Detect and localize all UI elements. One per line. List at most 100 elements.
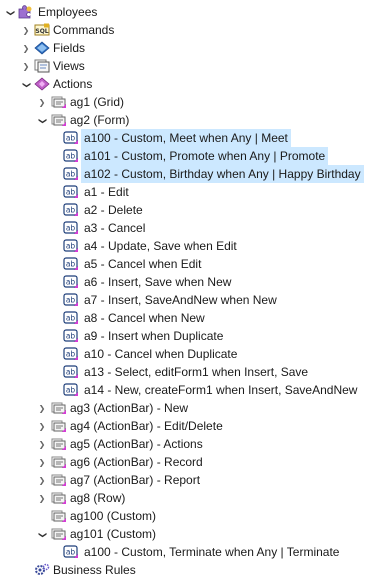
tree-item-a13[interactable]: ab a13 - Select, editForm1 when Insert, … (0, 363, 372, 381)
svg-text:ab: ab (66, 314, 76, 323)
tree-item-label: ag100 (Custom) (70, 509, 157, 523)
svg-text:ab: ab (66, 134, 76, 143)
svg-text:ab: ab (66, 242, 76, 251)
tree-item-ag1[interactable]: ag1 (Grid) (0, 93, 372, 111)
tree-item-ag3[interactable]: ag3 (ActionBar) - New (0, 399, 372, 417)
tree-item-actions[interactable]: Actions (0, 75, 372, 93)
chevron-right-icon[interactable] (36, 471, 48, 489)
tree-item-a9[interactable]: ab a9 - Insert when Duplicate (0, 327, 372, 345)
svg-text:ab: ab (66, 368, 76, 377)
tree-item-label: a4 - Update, Save when Edit (84, 239, 237, 253)
tree-item-ag100[interactable]: ag100 (Custom) (0, 507, 372, 525)
tree-item-a102[interactable]: ab a102 - Custom, Birthday when Any | Ha… (0, 165, 372, 183)
tree-item-fields[interactable]: Fields (0, 39, 372, 57)
chevron-right-icon[interactable] (20, 39, 32, 57)
action-group-icon (51, 419, 67, 433)
action-group-icon (51, 491, 67, 505)
tree-item-label: a14 - New, createForm1 when Insert, Save… (84, 383, 358, 397)
chevron-down-icon[interactable] (20, 75, 32, 93)
action-ab-icon: ab (63, 203, 79, 217)
chevron-right-icon[interactable] (36, 453, 48, 471)
tree-item-commands[interactable]: SQL Commands (0, 21, 372, 39)
sql-commands-icon: SQL (34, 23, 50, 37)
action-ab-icon: ab (63, 185, 79, 199)
actions-icon (34, 77, 50, 91)
tree-item-a100[interactable]: ab a100 - Custom, Meet when Any | Meet (0, 129, 372, 147)
tree-item-label: a100 - Custom, Meet when Any | Meet (81, 129, 291, 147)
action-ab-icon: ab (63, 167, 79, 181)
tree-item-ag6[interactable]: ag6 (ActionBar) - Record (0, 453, 372, 471)
action-ab-icon: ab (63, 293, 79, 307)
chevron-right-icon[interactable] (36, 435, 48, 453)
svg-text:ab: ab (66, 170, 76, 179)
tree-item-ag4[interactable]: ag4 (ActionBar) - Edit/Delete (0, 417, 372, 435)
svg-text:ab: ab (66, 296, 76, 305)
tree-item-label: a2 - Delete (84, 203, 143, 217)
tree-item-a101[interactable]: ab a101 - Custom, Promote when Any | Pro… (0, 147, 372, 165)
project-explorer-tree: Employees SQL Commands Fields Views Acti… (0, 0, 372, 578)
action-ab-icon: ab (63, 221, 79, 235)
chevron-right-icon[interactable] (36, 489, 48, 507)
tree-item-a1[interactable]: ab a1 - Edit (0, 183, 372, 201)
chevron-right-icon[interactable] (20, 57, 32, 75)
action-ab-icon: ab (63, 131, 79, 145)
tree-item-ag101[interactable]: ag101 (Custom) (0, 525, 372, 543)
tree-item-ag7[interactable]: ag7 (ActionBar) - Report (0, 471, 372, 489)
action-ab-icon: ab (63, 347, 79, 361)
svg-text:ab: ab (66, 386, 76, 395)
tree-item-label: a10 - Cancel when Duplicate (84, 347, 238, 361)
tree-item-label: Commands (53, 23, 115, 37)
tree-item-a8[interactable]: ab a8 - Cancel when New (0, 309, 372, 327)
tree-item-label: Views (53, 59, 85, 73)
action-ab-icon: ab (63, 545, 79, 559)
tree-item-views[interactable]: Views (0, 57, 372, 75)
tree-item-a14[interactable]: ab a14 - New, createForm1 when Insert, S… (0, 381, 372, 399)
tree-item-label: a102 - Custom, Birthday when Any | Happy… (81, 165, 364, 183)
tree-item-business-rules[interactable]: Business Rules (0, 561, 372, 579)
tree-item-label: Business Rules (53, 563, 136, 577)
views-icon (34, 59, 50, 73)
tree-item-label: ag7 (ActionBar) - Report (70, 473, 201, 487)
tree-item-label: a100 - Custom, Terminate when Any | Term… (84, 545, 340, 559)
tree-item-ag2[interactable]: ag2 (Form) (0, 111, 372, 129)
chevron-right-icon[interactable] (20, 21, 32, 39)
tree-item-a6[interactable]: ab a6 - Insert, Save when New (0, 273, 372, 291)
action-group-icon (51, 401, 67, 415)
action-ab-icon: ab (63, 257, 79, 271)
tree-item-a7[interactable]: ab a7 - Insert, SaveAndNew when New (0, 291, 372, 309)
tree-item-a10[interactable]: ab a10 - Cancel when Duplicate (0, 345, 372, 363)
tree-item-label: ag101 (Custom) (70, 527, 157, 541)
tree-item-ag8[interactable]: ag8 (Row) (0, 489, 372, 507)
tree-item-label: Employees (38, 5, 98, 19)
chevron-down-icon[interactable] (36, 111, 48, 129)
action-group-icon (51, 95, 67, 109)
tree-item-a2[interactable]: ab a2 - Delete (0, 201, 372, 219)
tree-item-label: a7 - Insert, SaveAndNew when New (84, 293, 277, 307)
tree-item-a5[interactable]: ab a5 - Cancel when Edit (0, 255, 372, 273)
chevron-down-icon[interactable] (4, 3, 16, 21)
action-ab-icon: ab (63, 329, 79, 343)
tree-item-label: ag4 (ActionBar) - Edit/Delete (70, 419, 223, 433)
action-ab-icon: ab (63, 365, 79, 379)
svg-text:ab: ab (66, 260, 76, 269)
chevron-right-icon[interactable] (36, 399, 48, 417)
tree-item-a4[interactable]: ab a4 - Update, Save when Edit (0, 237, 372, 255)
tree-item-ag101-a100[interactable]: ab a100 - Custom, Terminate when Any | T… (0, 543, 372, 561)
svg-text:ab: ab (66, 188, 76, 197)
tree-item-label: ag2 (Form) (70, 113, 130, 127)
chevron-right-icon[interactable] (36, 417, 48, 435)
chevron-right-icon[interactable] (36, 93, 48, 111)
tree-item-a3[interactable]: ab a3 - Cancel (0, 219, 372, 237)
svg-text:ab: ab (66, 350, 76, 359)
tree-item-label: Actions (53, 77, 93, 91)
chevron-down-icon[interactable] (36, 525, 48, 543)
svg-text:ab: ab (66, 332, 76, 341)
action-ab-icon: ab (63, 275, 79, 289)
fields-icon (34, 41, 50, 55)
tree-item-ag5[interactable]: ag5 (ActionBar) - Actions (0, 435, 372, 453)
business-rules-icon (34, 563, 50, 577)
tree-item-label: a5 - Cancel when Edit (84, 257, 202, 271)
action-ab-icon: ab (63, 311, 79, 325)
tree-item-label: a101 - Custom, Promote when Any | Promot… (81, 147, 329, 165)
tree-item-employees[interactable]: Employees (0, 3, 372, 21)
